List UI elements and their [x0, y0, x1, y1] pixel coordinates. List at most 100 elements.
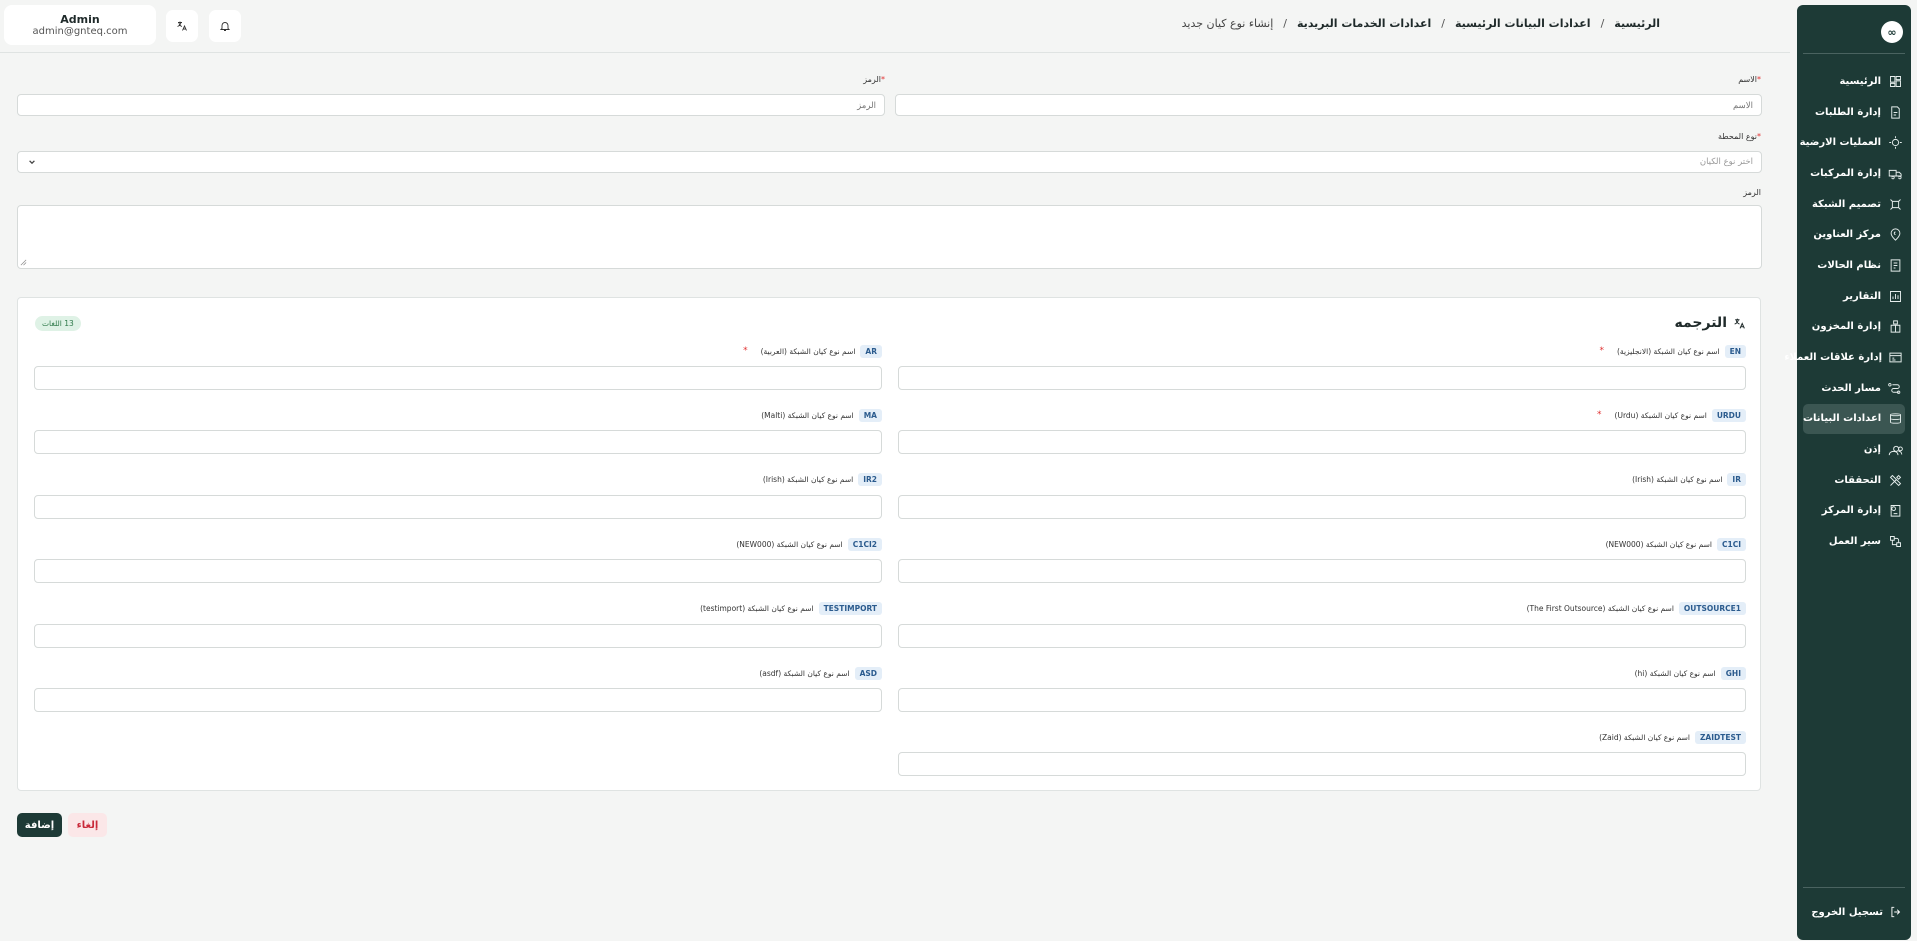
translation-field-header: MA اسم نوع كيان الشبكة (Malti)	[748, 408, 882, 422]
sidebar-divider	[1803, 887, 1905, 888]
translation-field-header: AR اسم نوع كيان الشبكة (العربية) *	[743, 344, 882, 358]
description-textarea[interactable]	[17, 205, 1762, 269]
code-input[interactable]	[17, 94, 885, 116]
translation-field: C1CI2 اسم نوع كيان الشبكة (NEW000)	[34, 537, 882, 587]
sidebar-item-label: إدارة الطلبات	[1814, 106, 1881, 118]
sidebar-item[interactable]: مركز العناوين	[1797, 219, 1911, 250]
sidebar-item-label: اعدادات البيانات	[1803, 413, 1882, 425]
translation-field-label: اسم نوع كيان الشبكة (NEW000)	[1605, 539, 1712, 549]
translation-field-label: اسم نوع كيان الشبكة (Zaid)	[1599, 732, 1690, 742]
language-code-badge: URDU	[1711, 408, 1746, 422]
add-button[interactable]: إضافة	[17, 813, 62, 837]
workflow-icon	[1887, 534, 1903, 550]
user-card[interactable]: Admin admin@gnteq.com	[4, 5, 156, 45]
bell-icon	[219, 22, 231, 31]
name-input[interactable]	[895, 94, 1762, 116]
sidebar-item[interactable]: إدارة علاقات العملاء	[1784, 342, 1911, 373]
sidebar-item[interactable]: مسار الحدث	[1797, 373, 1911, 404]
translation-field-header: URDU اسم نوع كيان الشبكة (Urdu) *	[1597, 408, 1746, 422]
translation-input-ir2[interactable]	[34, 494, 882, 519]
sidebar-divider	[1803, 53, 1905, 54]
translation-field-header: EN اسم نوع كيان الشبكة (الانجليزية) *	[1600, 344, 1746, 358]
cancel-button[interactable]: إلغاء	[68, 813, 107, 837]
translation-title: الترجمه	[1675, 315, 1746, 331]
translation-input-ma[interactable]	[34, 430, 882, 455]
sidebar-item[interactable]: اعدادات البيانات	[1803, 403, 1905, 435]
language-code-badge: IR	[1727, 473, 1746, 487]
translation-field: AR اسم نوع كيان الشبكة (العربية) *	[34, 344, 882, 394]
station-type-label: *نوع المحطة	[1718, 132, 1761, 141]
language-button[interactable]	[166, 10, 198, 42]
translation-input-c1ci[interactable]	[898, 559, 1746, 584]
sidebar-item[interactable]: إدارة المخزون	[1797, 312, 1911, 343]
logout-button[interactable]: تسجيل الخروج	[1797, 900, 1911, 924]
network-icon	[1887, 196, 1903, 212]
logout-icon	[1891, 906, 1901, 918]
translation-field: C1CI اسم نوع كيان الشبكة (NEW000)	[898, 537, 1746, 587]
sidebar-item[interactable]: سير العمل	[1797, 526, 1911, 557]
sidebar-item-label: إدارة المركبات	[1810, 167, 1881, 179]
language-code-badge: ASD	[854, 666, 882, 680]
translation-input-asd[interactable]	[34, 688, 882, 712]
translation-input-testimport[interactable]	[34, 623, 882, 648]
sidebar-item-label: الرئيسية	[1839, 75, 1881, 87]
translation-input-urdu[interactable]	[898, 430, 1746, 455]
translation-input-ghi[interactable]	[898, 688, 1746, 712]
language-code-badge: AR	[860, 344, 882, 358]
status-icon	[1887, 257, 1903, 273]
logo-icon[interactable]: ∞	[1881, 21, 1903, 43]
sidebar-item[interactable]: التحققات	[1797, 465, 1911, 496]
ground-ops-icon	[1887, 135, 1903, 151]
translation-field-header: ASD اسم نوع كيان الشبكة (asdf)	[746, 666, 882, 680]
sidebar-item[interactable]: التقارير	[1797, 281, 1911, 312]
sidebar-item[interactable]: إدارة الطلبات	[1797, 97, 1911, 128]
station-type-select[interactable]: اختر نوع الكيان	[17, 151, 1762, 173]
translation-input-ar[interactable]	[34, 366, 882, 390]
top-header: Admin admin@gnteq.com الرئيسية / اعدادات…	[0, 0, 1790, 53]
notifications-button[interactable]	[209, 10, 241, 42]
sidebar-item[interactable]: تصميم الشبكة	[1797, 189, 1911, 220]
language-code-badge: EN	[1724, 344, 1746, 358]
translation-input-ir[interactable]	[898, 494, 1746, 519]
sidebar-item[interactable]: الرئيسية	[1797, 66, 1911, 97]
translation-input-en[interactable]	[898, 366, 1746, 390]
breadcrumb-separator: /	[1283, 17, 1288, 30]
sidebar-item[interactable]: نظام الحالات	[1797, 250, 1911, 281]
translation-field: OUTSOURCE1 اسم نوع كيان الشبكة (The First…	[898, 602, 1746, 652]
user-email: admin@gnteq.com	[32, 26, 128, 37]
sidebar-item[interactable]: إدارة المركبات	[1797, 158, 1911, 189]
translation-field-header: TESTIMPORT اسم نوع كيان الشبكة (testimpor…	[687, 602, 882, 616]
sidebar-item-label: مسار الحدث	[1821, 382, 1881, 394]
breadcrumb-postal-settings[interactable]: اعدادات الخدمات البريدية	[1297, 17, 1431, 30]
translation-field-label: اسم نوع كيان الشبكة (NEW000)	[736, 539, 843, 549]
center-icon	[1887, 503, 1903, 519]
language-code-badge: C1CI2	[847, 537, 882, 551]
sidebar-item-label: مركز العناوين	[1813, 229, 1881, 241]
crm-icon	[1888, 350, 1903, 366]
sidebar-item[interactable]: إدارة المركز	[1797, 496, 1911, 527]
address-pin-icon	[1887, 227, 1903, 243]
sidebar-item-label: سير العمل	[1828, 536, 1881, 548]
breadcrumb-home[interactable]: الرئيسية	[1614, 17, 1660, 30]
sidebar-item[interactable]: إذن	[1797, 434, 1911, 465]
translation-input-c1ci2[interactable]	[34, 559, 882, 584]
station-type-placeholder: اختر نوع الكيان	[1699, 157, 1753, 167]
translation-field: TESTIMPORT اسم نوع كيان الشبكة (testimpor…	[34, 602, 882, 652]
translation-input-outsource1[interactable]	[898, 623, 1746, 648]
chevron-down-icon	[28, 158, 36, 166]
language-code-badge: TESTIMPORT	[818, 602, 882, 616]
language-code-badge: OUTSOURCE1	[1678, 602, 1746, 616]
translation-field-label: اسم نوع كيان الشبكة (Malti)	[761, 410, 854, 420]
breadcrumb-master-data[interactable]: اعدادات البيانات الرئيسية	[1455, 17, 1591, 30]
logout-label: تسجيل الخروج	[1811, 906, 1883, 918]
translation-input-zaidtest[interactable]	[898, 752, 1746, 777]
translation-field-label: اسم نوع كيان الشبكة (Irish)	[762, 475, 854, 485]
language-code-badge: IR2	[858, 473, 882, 487]
translation-field-label: اسم نوع كيان الشبكة (العربية)	[760, 346, 856, 356]
sidebar-item[interactable]: العمليات الارضية	[1797, 127, 1911, 158]
resize-grip-icon[interactable]	[20, 259, 27, 266]
translate-icon	[1734, 318, 1745, 329]
translate-icon	[177, 21, 187, 31]
translation-field-header: OUTSOURCE1 اسم نوع كيان الشبكة (The First…	[1514, 602, 1746, 616]
breadcrumb-current: إنشاء نوع كيان جديد	[1181, 17, 1274, 30]
